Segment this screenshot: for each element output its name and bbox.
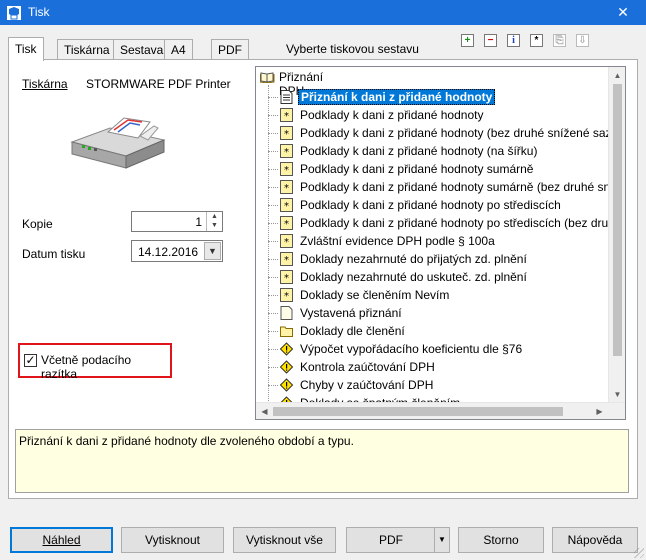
help-button[interactable]: Nápověda <box>552 527 638 553</box>
star-doc-icon: * <box>280 234 293 248</box>
tree-item-label: Podklady k dani z přidané hodnoty sumárn… <box>300 180 625 194</box>
folder-icon <box>280 324 293 338</box>
tab-tisk[interactable]: Tisk <box>8 37 44 61</box>
resize-grip[interactable] <box>634 548 644 558</box>
close-icon: ✕ <box>617 4 629 20</box>
plain-doc-icon <box>280 306 293 320</box>
print-date-value: 14.12.2016 <box>138 245 199 259</box>
svg-text:*: * <box>284 129 289 140</box>
tree-item-label: Doklady dle členění <box>300 324 405 338</box>
chevron-down-icon[interactable]: ▼ <box>434 528 449 552</box>
scroll-thumb[interactable] <box>613 84 622 356</box>
copies-value: 1 <box>195 215 202 229</box>
star-doc-icon: * <box>280 270 293 284</box>
tree-item-label: Kontrola zaúčtování DPH <box>300 360 435 374</box>
svg-text:*: * <box>284 183 289 194</box>
svg-text:*: * <box>284 219 289 230</box>
minus-icon[interactable]: − <box>484 34 497 47</box>
title-bar: Tisk ✕ <box>0 0 646 25</box>
stamp-checkbox[interactable]: ✓ <box>24 354 37 367</box>
cancel-button[interactable]: Storno <box>458 527 544 553</box>
star-doc-icon: * <box>280 288 293 302</box>
copies-stepper[interactable]: 1 ▲ ▼ <box>131 211 223 232</box>
stamp-highlight-frame: ✓ Včetně podacího razítka <box>18 343 172 381</box>
star-doc-icon: * <box>280 144 293 158</box>
pdf-button[interactable]: PDF ▼ <box>346 527 450 553</box>
svg-text:*: * <box>284 201 289 212</box>
tree-item-label: Doklady nezahrnuté do přijatých zd. plně… <box>300 252 527 266</box>
window-title: Tisk <box>28 5 50 19</box>
tree-item-label: Podklady k dani z přidané hodnoty sumárn… <box>300 162 534 176</box>
document-icon <box>280 90 293 104</box>
tab-pdf[interactable]: PDF <box>211 39 249 59</box>
tree-item-label: Podklady k dani z přidané hodnoty po stř… <box>300 198 561 212</box>
svg-text:*: * <box>284 111 289 122</box>
tree-item-label: Doklady nezahrnuté do uskuteč. zd. plněn… <box>300 270 527 284</box>
print-all-button[interactable]: Vytisknout vše <box>233 527 336 553</box>
chevron-down-icon[interactable]: ▼ <box>204 242 221 260</box>
app-icon <box>7 6 21 20</box>
spin-down-icon[interactable]: ▼ <box>207 221 222 230</box>
tree-item-label: Podklady k dani z přidané hodnoty (bez d… <box>300 126 626 140</box>
tab-tiskarna[interactable]: Tiskárna <box>57 39 117 59</box>
report-select-label: Vyberte tiskovou sestavu <box>286 42 419 56</box>
tree-item-label: Podklady k dani z přidané hodnoty (na ší… <box>300 144 538 158</box>
tree-item-label: Chyby v zaúčtování DPH <box>300 378 434 392</box>
warning-icon <box>279 342 294 356</box>
open-book-icon <box>260 72 275 83</box>
warning-icon <box>279 378 294 392</box>
svg-text:*: * <box>284 273 289 284</box>
star-doc-icon: * <box>280 108 293 122</box>
printer-value: STORMWARE PDF Printer <box>86 77 231 91</box>
tab-sestava[interactable]: Sestava <box>113 39 171 59</box>
star-icon[interactable]: * <box>530 34 543 47</box>
report-description: Přiznání k dani z přidané hodnoty dle zv… <box>15 429 629 493</box>
print-date-label: Datum tisku <box>22 247 86 261</box>
star-doc-icon: * <box>280 126 293 140</box>
scroll-up-icon[interactable]: ▲ <box>609 67 625 84</box>
tab-a4[interactable]: A4 <box>164 39 193 59</box>
copies-label: Kopie <box>22 217 53 231</box>
scroll-down-icon[interactable]: ▼ <box>609 386 625 403</box>
print-button[interactable]: Vytisknout <box>121 527 224 553</box>
print-date-picker[interactable]: 14.12.2016 ▼ <box>131 240 223 262</box>
tree-item-label: Doklady se členěním Nevím <box>300 288 450 302</box>
svg-text:*: * <box>284 147 289 158</box>
report-tree[interactable]: Přiznání DPH Přiznání k dani z přidané h… <box>255 66 626 420</box>
close-button[interactable]: ✕ <box>600 0 646 25</box>
tree-vertical-scrollbar[interactable]: ▲ ▼ <box>608 67 625 403</box>
tree-horizontal-scrollbar[interactable]: ◀ ▶ <box>256 402 625 419</box>
tree-item-label: Podklady k dani z přidané hodnoty po stř… <box>300 216 625 230</box>
plus-icon[interactable]: + <box>461 34 474 47</box>
move-down-icon[interactable]: ⇩ <box>576 34 589 47</box>
svg-text:*: * <box>284 291 289 302</box>
svg-text:*: * <box>284 165 289 176</box>
tree-item-label: Výpočet vypořádacího koeficientu dle §76 <box>300 342 523 356</box>
svg-text:*: * <box>284 255 289 266</box>
spin-up-icon[interactable]: ▲ <box>207 212 222 221</box>
tree-item-label: Přiznání k dani z přidané hodnoty <box>298 89 496 105</box>
copy-icon[interactable]: ⎘ <box>553 34 566 47</box>
tree-item-label: Podklady k dani z přidané hodnoty <box>300 108 484 122</box>
hscroll-thumb[interactable] <box>273 407 563 416</box>
scroll-left-icon[interactable]: ◀ <box>256 403 273 419</box>
star-doc-icon: * <box>280 252 293 266</box>
tree-item-label: Zvláštní evidence DPH podle § 100a <box>300 234 495 248</box>
stamp-checkbox-label[interactable]: Včetně podacího razítka <box>41 353 170 381</box>
printer-label[interactable]: Tiskárna <box>22 77 68 91</box>
preview-button[interactable]: Náhled <box>10 527 113 553</box>
svg-text:*: * <box>284 237 289 248</box>
scroll-right-icon[interactable]: ▶ <box>591 403 608 419</box>
warning-icon <box>279 360 294 374</box>
star-doc-icon: * <box>280 216 293 230</box>
info-icon[interactable]: i <box>507 34 520 47</box>
star-doc-icon: * <box>280 198 293 212</box>
star-doc-icon: * <box>280 162 293 176</box>
printer-icon <box>70 117 166 169</box>
star-doc-icon: * <box>280 180 293 194</box>
tree-item-label: Vystavená přiznání <box>300 306 402 320</box>
